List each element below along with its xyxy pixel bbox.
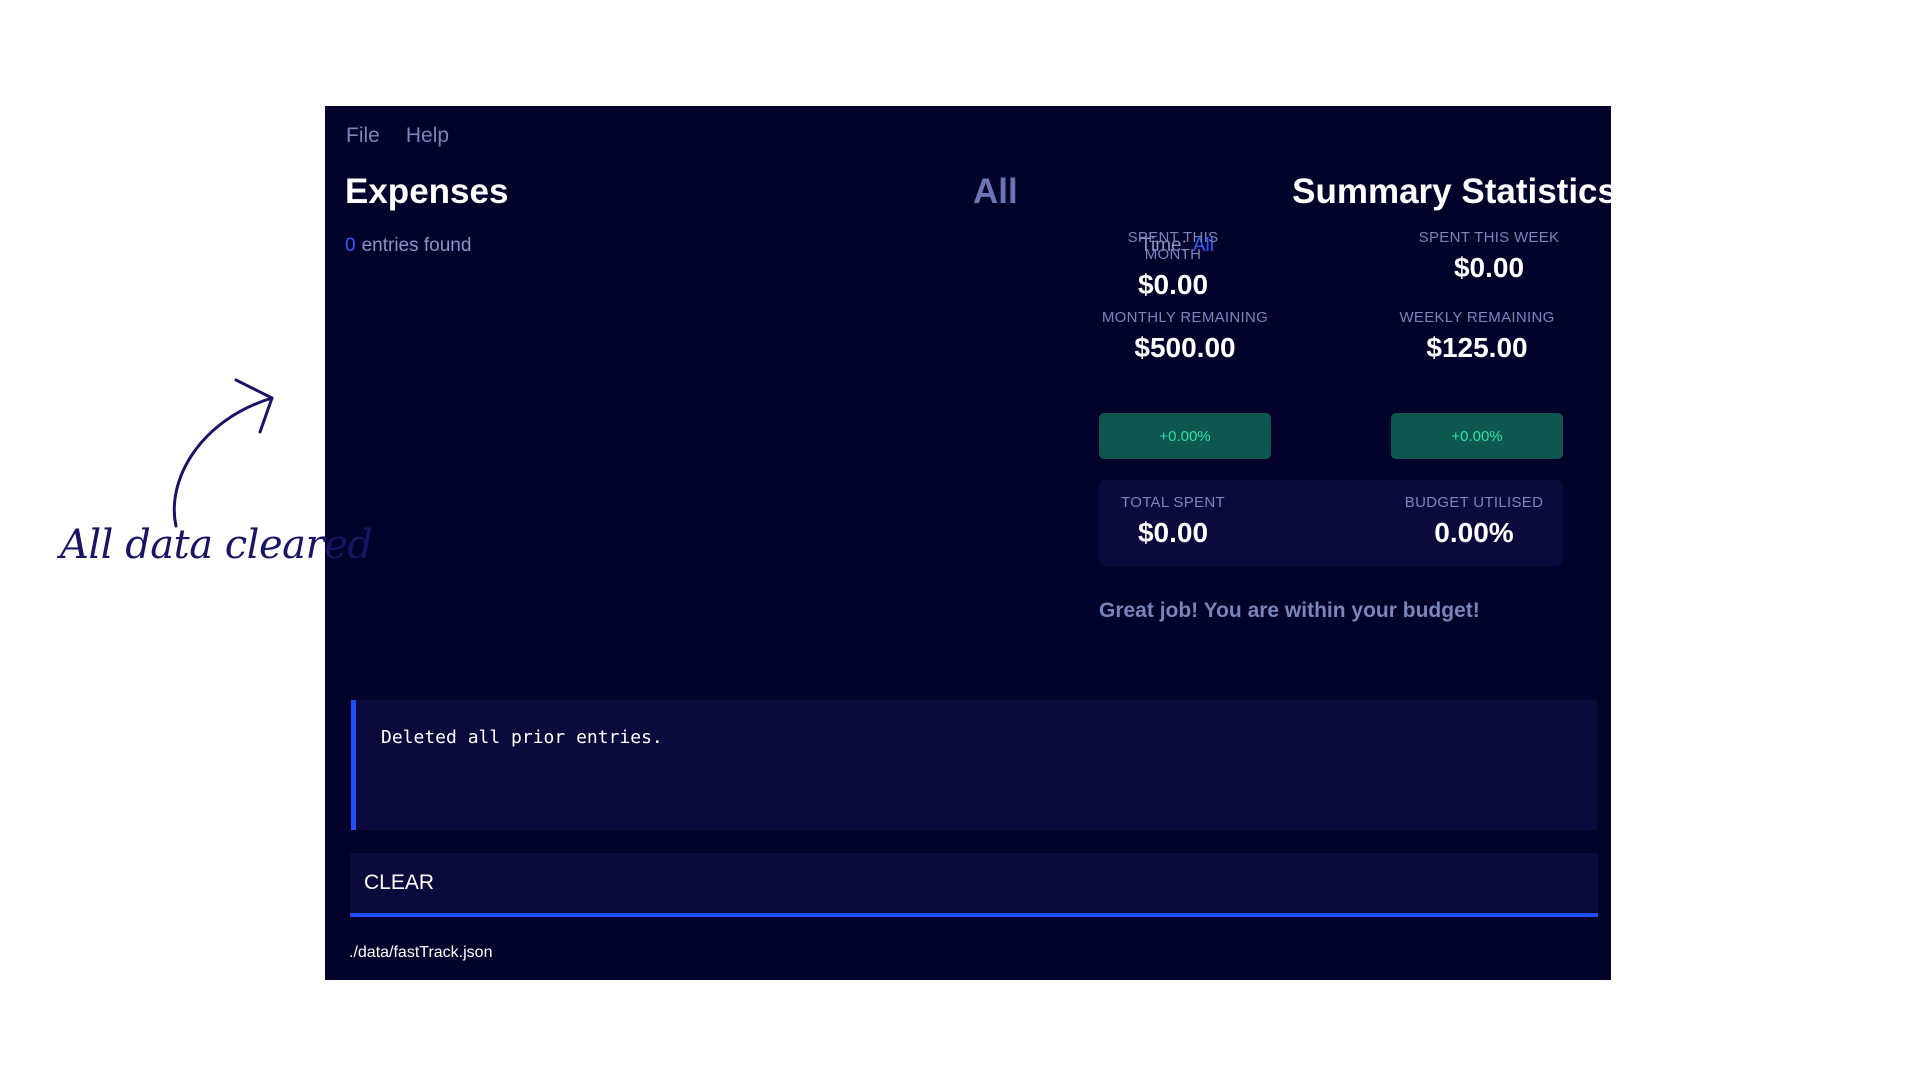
expense-list[interactable] xyxy=(345,276,1025,756)
menu-file[interactable]: File xyxy=(346,124,380,148)
spent-this-week-value: $0.00 xyxy=(1453,252,1525,283)
budget-message: Great job! You are within your budget! xyxy=(1099,599,1480,622)
menu-help[interactable]: Help xyxy=(406,124,449,148)
expenses-filter-label: All xyxy=(973,172,1018,211)
monthly-remaining-value: $500.00 xyxy=(1134,332,1236,363)
weekly-remaining: WEEKLY REMAINING $125.00 xyxy=(1391,309,1563,364)
entries-count-suffix: entries found xyxy=(361,235,472,256)
command-input[interactable] xyxy=(350,853,1598,917)
annotation-label: All data cleared xyxy=(60,522,373,568)
budget-utilised-value: 0.00% xyxy=(1434,517,1514,548)
summary-title: Summary Statistics xyxy=(1292,172,1611,211)
result-text: Deleted all prior entries. xyxy=(381,727,663,748)
weekly-remaining-value: $125.00 xyxy=(1426,332,1528,363)
status-bar-path: ./data/fastTrack.json xyxy=(349,944,493,961)
app-window: File Help Expenses All 0 entries found Ti… xyxy=(325,106,1611,980)
monthly-change-badge: +0.00% xyxy=(1099,413,1271,459)
expenses-title: Expenses xyxy=(345,172,509,211)
weekly-change-badge: +0.00% xyxy=(1391,413,1563,459)
budget-utilised-label: BUDGET UTILISED xyxy=(1404,494,1544,511)
spent-this-week-label: SPENT THIS WEEK xyxy=(1418,229,1560,246)
entries-count-number: 0 xyxy=(345,235,356,256)
weekly-remaining-label: WEEKLY REMAINING xyxy=(1399,309,1555,326)
spent-this-week: SPENT THIS WEEK $0.00 xyxy=(1415,229,1563,284)
curved-arrow-icon xyxy=(172,378,274,528)
total-spent: TOTAL SPENT $0.00 xyxy=(1113,494,1233,549)
total-spent-value: $0.00 xyxy=(1137,517,1209,548)
spent-this-month-label: SPENT THIS MONTH xyxy=(1127,229,1219,263)
spent-this-month-value: $0.00 xyxy=(1137,269,1209,300)
budget-utilised: BUDGET UTILISED 0.00% xyxy=(1399,494,1549,549)
menu-bar: File Help xyxy=(346,124,449,148)
total-spent-label: TOTAL SPENT xyxy=(1121,494,1225,511)
monthly-remaining: MONTHLY REMAINING $500.00 xyxy=(1099,309,1271,364)
result-display: Deleted all prior entries. xyxy=(351,700,1597,830)
totals-card: TOTAL SPENT $0.00 BUDGET UTILISED 0.00% xyxy=(1099,480,1563,566)
entries-count: 0 entries found xyxy=(345,235,471,257)
monthly-remaining-label: MONTHLY REMAINING xyxy=(1101,309,1269,326)
spent-this-month: SPENT THIS MONTH $0.00 xyxy=(1099,229,1247,301)
